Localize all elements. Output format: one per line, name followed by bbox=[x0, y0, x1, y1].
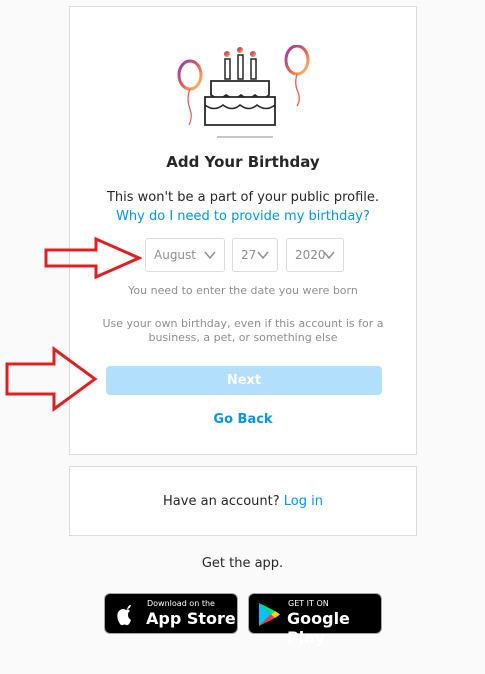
year-value: 2020 bbox=[295, 248, 326, 262]
annotation-arrow-next bbox=[5, 346, 98, 412]
login-card: Have an account? Log in bbox=[69, 466, 417, 536]
apple-icon bbox=[117, 605, 131, 626]
birthday-cake-icon bbox=[177, 45, 310, 138]
login-link[interactable]: Log in bbox=[284, 494, 323, 509]
subtitle: This won't be a part of your public prof… bbox=[106, 190, 380, 205]
google-play-small-text: GET IT ON bbox=[288, 599, 329, 608]
chevron-down-icon bbox=[204, 251, 216, 260]
google-play-icon bbox=[259, 603, 280, 626]
month-select[interactable]: August bbox=[145, 238, 225, 272]
chevron-down-icon bbox=[323, 251, 335, 260]
day-select[interactable]: 27 bbox=[232, 238, 278, 272]
annotation-arrow-birthday bbox=[44, 236, 142, 280]
birthday-hint: You need to enter the date you were born bbox=[128, 284, 358, 297]
birthday-card: Add Your Birthday This won't be a part o… bbox=[69, 6, 417, 455]
google-play-badge[interactable]: GET IT ON Google Play bbox=[248, 593, 382, 647]
get-app-label: Get the app. bbox=[201, 556, 284, 571]
year-select[interactable]: 2020 bbox=[286, 238, 344, 272]
login-prompt-text: Have an account? bbox=[163, 494, 280, 509]
login-prompt: Have an account? Log in bbox=[70, 494, 416, 509]
why-birthday-link[interactable]: Why do I need to provide my birthday? bbox=[70, 209, 416, 224]
day-value: 27 bbox=[241, 248, 257, 262]
birthday-note: Use your own birthday, even if this acco… bbox=[102, 317, 384, 344]
month-value: August bbox=[154, 248, 196, 262]
app-store-badge[interactable]: Download on the App Store bbox=[104, 593, 238, 634]
next-button[interactable]: Next bbox=[106, 366, 382, 395]
app-store-small-text: Download on the bbox=[147, 599, 215, 608]
go-back-link[interactable]: Go Back bbox=[70, 412, 416, 427]
page-title: Add Your Birthday bbox=[166, 153, 320, 171]
app-store-big-text: App Store bbox=[146, 609, 236, 628]
google-play-big-text: Google Play bbox=[287, 609, 350, 647]
chevron-down-icon bbox=[257, 251, 269, 260]
